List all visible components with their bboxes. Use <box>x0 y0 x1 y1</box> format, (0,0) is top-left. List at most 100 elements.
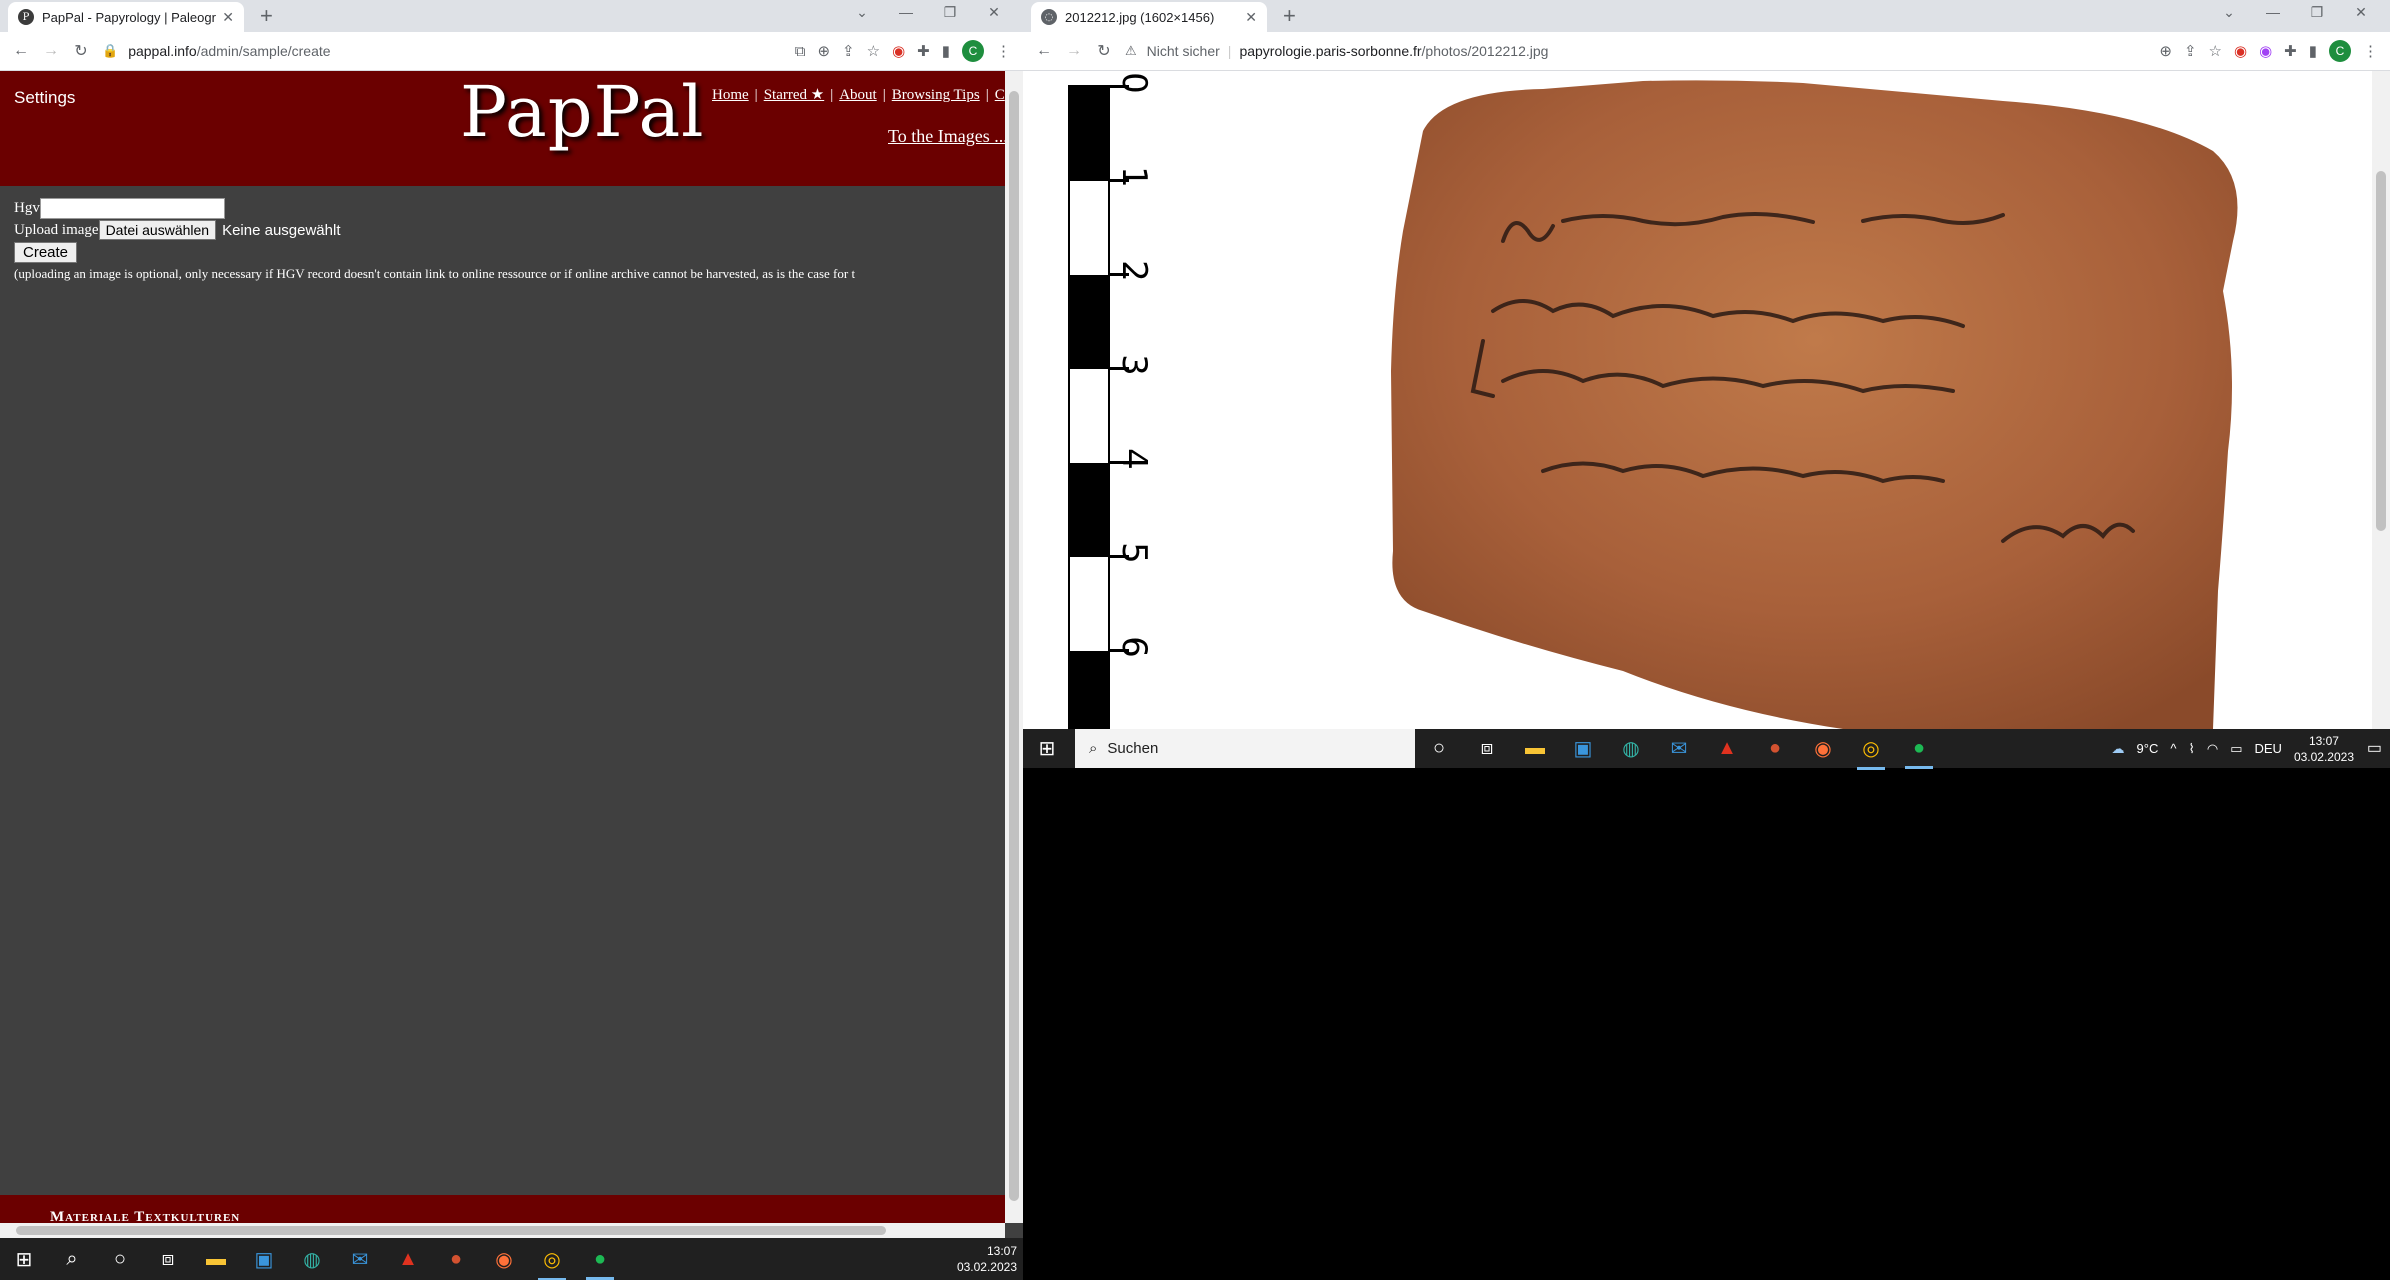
left-active-tab[interactable]: P PapPal - Papyrology | Paleograph ✕ <box>8 2 244 32</box>
zoom-icon[interactable]: ⊕ <box>2159 42 2172 60</box>
create-button[interactable]: Create <box>14 241 78 263</box>
profile-avatar[interactable]: C <box>962 40 984 62</box>
settings-link[interactable]: Settings <box>14 88 75 108</box>
nav-browsing-tips[interactable]: Browsing Tips <box>892 87 980 103</box>
menu-kebab-icon[interactable]: ⋮ <box>996 42 1011 60</box>
back-arrow-icon[interactable]: ← <box>6 42 36 60</box>
left-hscroll-thumb[interactable] <box>16 1226 886 1235</box>
choose-file-button[interactable]: Datei auswählen <box>98 220 217 240</box>
task-view-icon[interactable]: ⧈ <box>1463 737 1511 760</box>
acrobat-icon[interactable]: ▲ <box>384 1248 432 1271</box>
powerpoint-icon[interactable]: ● <box>1751 737 1799 760</box>
extensions-puzzle-icon[interactable]: ✚ <box>917 42 930 60</box>
close-window-button[interactable]: ✕ <box>972 4 1016 21</box>
hgv-input[interactable] <box>39 197 225 219</box>
to-images-link[interactable]: To the Images ... <box>888 126 1005 147</box>
minimize-button[interactable]: — <box>2251 4 2295 21</box>
spotify-icon[interactable]: ● <box>1895 737 1943 769</box>
chrome-icon[interactable]: ◎ <box>1847 736 1895 770</box>
weather-cloud-icon[interactable]: ☁ <box>2112 741 2125 757</box>
left-taskbar: ⊞ ⌕ ○ ⧈ ▬ ▣ ◍ ✉ ▲ ● ◉ ◎ ● 13:07 03.02.20… <box>0 1238 1023 1280</box>
right-active-tab[interactable]: ◌ 2012212.jpg (1602×1456) ✕ <box>1031 2 1267 32</box>
right-url-field[interactable]: ⚠ Nicht sicher | papyrologie.paris-sorbo… <box>1125 32 2159 70</box>
close-tab-icon[interactable]: ✕ <box>222 9 234 26</box>
extension-red-icon[interactable]: ◉ <box>2234 42 2247 60</box>
store-icon[interactable]: ▣ <box>240 1247 288 1272</box>
side-panel-icon[interactable]: ▮ <box>2309 42 2317 60</box>
extensions-puzzle-icon[interactable]: ✚ <box>2284 42 2297 60</box>
system-tray: ☁ 9°C ^ ⌇ ◠ ▭ DEU 13:07 03.02.2023 <box>2112 729 2354 768</box>
reload-icon[interactable]: ↻ <box>1089 41 1119 61</box>
nav-about[interactable]: About <box>839 87 877 103</box>
mail-icon[interactable]: ✉ <box>1655 736 1703 761</box>
forward-arrow-icon[interactable]: → <box>36 42 66 60</box>
file-explorer-icon[interactable]: ▬ <box>1511 737 1559 760</box>
left-vscroll-thumb[interactable] <box>1009 91 1019 1201</box>
left-vertical-scrollbar[interactable] <box>1005 71 1023 1223</box>
mail-icon[interactable]: ✉ <box>336 1247 384 1272</box>
pappal-logo[interactable]: PapPal <box>460 71 705 153</box>
acrobat-icon[interactable]: ▲ <box>1703 737 1751 760</box>
edge-icon[interactable]: ◍ <box>288 1247 336 1272</box>
close-window-button[interactable]: ✕ <box>2339 4 2383 21</box>
search-icon[interactable]: ⌕ <box>48 1248 96 1271</box>
warning-icon[interactable]: ⚠ <box>1125 43 1137 59</box>
extension-red-icon[interactable]: ◉ <box>892 42 905 60</box>
side-panel-icon[interactable]: ▮ <box>942 42 950 60</box>
restore-button[interactable]: ❐ <box>928 4 972 21</box>
search-icon: ⌕ <box>1089 740 1098 757</box>
new-tab-button[interactable]: + <box>1283 4 1296 28</box>
right-vscroll-thumb[interactable] <box>2376 171 2386 531</box>
chrome-icon[interactable]: ◎ <box>528 1247 576 1280</box>
bookmark-star-icon[interactable]: ☆ <box>2209 42 2222 60</box>
network-icon[interactable]: ⌇ <box>2188 741 2194 757</box>
file-explorer-icon[interactable]: ▬ <box>192 1248 240 1271</box>
not-secure-label[interactable]: Nicht sicher <box>1147 43 1220 59</box>
taskbar-search-box[interactable]: ⌕ Suchen <box>1075 729 1415 768</box>
taskbar-search-placeholder: Suchen <box>1107 740 1159 757</box>
nav-more[interactable]: C <box>995 87 1005 103</box>
windows-start-icon[interactable]: ⊞ <box>0 1247 48 1272</box>
windows-start-icon[interactable]: ⊞ <box>1023 736 1071 761</box>
powerpoint-icon[interactable]: ● <box>432 1248 480 1271</box>
left-clock[interactable]: 13:07 03.02.2023 <box>957 1243 1017 1275</box>
weather-temp[interactable]: 9°C <box>2137 741 2159 756</box>
store-icon[interactable]: ▣ <box>1559 736 1607 761</box>
left-url-field[interactable]: 🔒 pappal.info/admin/sample/create <box>102 32 795 70</box>
tab-search-icon[interactable]: ⌄ <box>840 4 884 21</box>
new-tab-button[interactable]: + <box>260 4 273 28</box>
back-arrow-icon[interactable]: ← <box>1029 42 1059 60</box>
restore-button[interactable]: ❐ <box>2295 4 2339 21</box>
battery-icon[interactable]: ▭ <box>2230 741 2242 757</box>
menu-kebab-icon[interactable]: ⋮ <box>2363 42 2378 60</box>
zoom-icon[interactable]: ⊕ <box>817 42 830 60</box>
edge-icon[interactable]: ◍ <box>1607 736 1655 761</box>
extension-purple-icon[interactable]: ◉ <box>2259 42 2272 60</box>
nav-home[interactable]: Home <box>712 87 749 103</box>
language-indicator[interactable]: DEU <box>2254 741 2281 756</box>
wifi-icon[interactable]: ◠ <box>2207 741 2218 757</box>
right-clock[interactable]: 13:07 03.02.2023 <box>2294 733 2354 765</box>
spotify-icon[interactable]: ● <box>576 1248 624 1280</box>
url-divider: | <box>1227 43 1232 59</box>
firefox-icon[interactable]: ◉ <box>480 1247 528 1272</box>
minimize-button[interactable]: — <box>884 4 928 21</box>
close-tab-icon[interactable]: ✕ <box>1245 9 1257 26</box>
left-horizontal-scrollbar[interactable] <box>0 1223 1005 1238</box>
share-icon[interactable]: ⇪ <box>842 42 855 60</box>
task-view-icon[interactable]: ⧈ <box>144 1248 192 1271</box>
share-icon[interactable]: ⇪ <box>2184 42 2197 60</box>
translate-icon[interactable]: ⧉ <box>795 43 806 60</box>
right-vertical-scrollbar[interactable] <box>2372 71 2390 729</box>
profile-avatar[interactable]: C <box>2329 40 2351 62</box>
nav-starred[interactable]: Starred ★ <box>764 87 825 103</box>
tray-chevron-icon[interactable]: ^ <box>2170 741 2176 756</box>
reload-icon[interactable]: ↻ <box>66 41 96 61</box>
forward-arrow-icon[interactable]: → <box>1059 42 1089 60</box>
tab-search-icon[interactable]: ⌄ <box>2207 4 2251 21</box>
cortana-icon[interactable]: ○ <box>96 1248 144 1271</box>
bookmark-star-icon[interactable]: ☆ <box>867 42 880 60</box>
cortana-icon[interactable]: ○ <box>1415 737 1463 760</box>
notification-icon[interactable]: ▭ <box>2367 738 2382 758</box>
firefox-icon[interactable]: ◉ <box>1799 736 1847 761</box>
